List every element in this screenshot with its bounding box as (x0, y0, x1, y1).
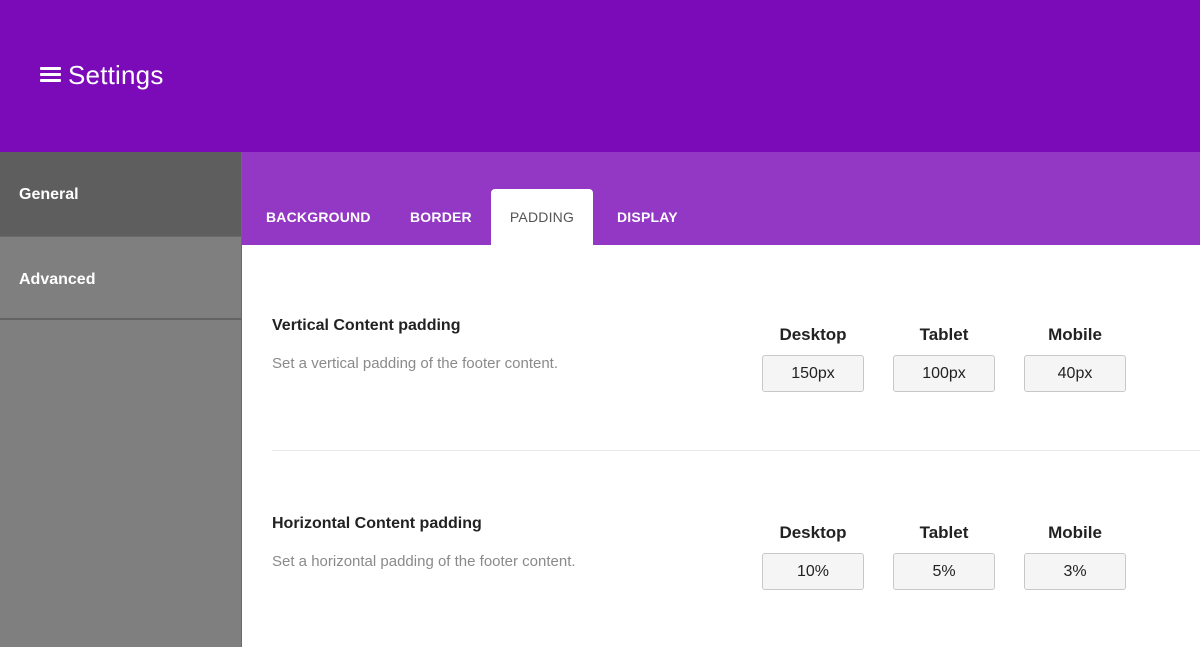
horizontal-tablet-input[interactable] (893, 553, 995, 590)
tab-display[interactable]: DISPLAY (617, 189, 678, 245)
field-label: Mobile (1048, 523, 1102, 542)
section-title: Horizontal Content padding (272, 515, 482, 532)
vertical-desktop-input[interactable] (762, 355, 864, 392)
tab-bar: BACKGROUND BORDER PADDING DISPLAY (242, 152, 1200, 245)
tablet-field: Tablet (893, 523, 995, 590)
sidebar: General Advanced (0, 152, 242, 647)
tab-border[interactable]: BORDER (410, 189, 472, 245)
vertical-mobile-input[interactable] (1024, 355, 1126, 392)
section-description: Set a vertical padding of the footer con… (272, 355, 559, 372)
section-description: Set a horizontal padding of the footer c… (272, 553, 576, 570)
page-title: Settings (68, 60, 164, 90)
field-label: Desktop (779, 523, 847, 542)
hamburger-icon[interactable] (40, 67, 61, 82)
desktop-field: Desktop (762, 523, 864, 590)
field-label: Mobile (1048, 325, 1102, 344)
sidebar-item-label: Advanced (19, 271, 96, 288)
sidebar-item-general[interactable]: General (0, 152, 241, 236)
tablet-field: Tablet (893, 325, 995, 392)
tab-panel-padding: Vertical Content padding Set a vertical … (242, 245, 1200, 647)
sidebar-item-advanced[interactable]: Advanced (0, 236, 241, 320)
horizontal-desktop-input[interactable] (762, 553, 864, 590)
vertical-tablet-input[interactable] (893, 355, 995, 392)
app-header: Settings (0, 0, 1200, 152)
mobile-field: Mobile (1024, 325, 1126, 392)
sidebar-item-label: General (19, 186, 79, 203)
mobile-field: Mobile (1024, 523, 1126, 590)
horizontal-mobile-input[interactable] (1024, 553, 1126, 590)
field-label: Tablet (919, 325, 969, 344)
tab-background[interactable]: BACKGROUND (266, 189, 371, 245)
section-title: Vertical Content padding (272, 317, 461, 334)
section-divider (272, 450, 1200, 451)
tab-padding[interactable]: PADDING (491, 189, 593, 245)
field-label: Desktop (779, 325, 847, 344)
field-label: Tablet (919, 523, 969, 542)
desktop-field: Desktop (762, 325, 864, 392)
